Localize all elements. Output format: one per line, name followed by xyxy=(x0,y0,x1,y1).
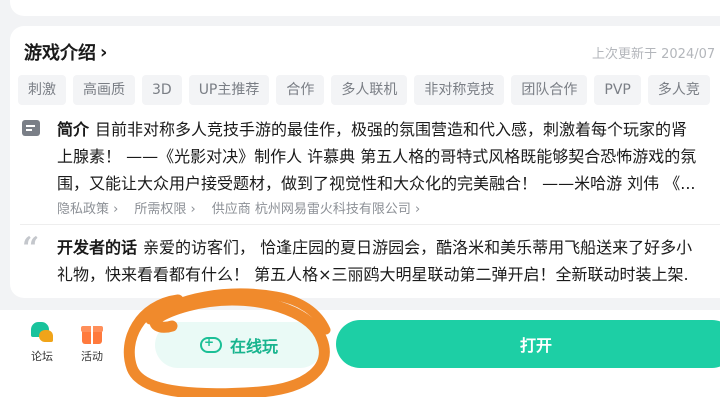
privacy-link[interactable]: 隐私政策 › xyxy=(57,198,118,217)
tag[interactable]: 刺激 xyxy=(18,75,66,105)
open-button[interactable]: 打开 xyxy=(336,320,720,368)
tag[interactable]: 高画质 xyxy=(73,75,135,105)
play-online-button[interactable]: 在线玩 xyxy=(155,322,323,368)
permissions-link[interactable]: 所需权限 › xyxy=(134,198,195,217)
tag[interactable]: UP主推荐 xyxy=(188,75,270,105)
forum-label: 论坛 xyxy=(31,350,53,363)
tag[interactable]: 非对称竞技 xyxy=(414,75,505,105)
intro-text: 简介 目前非对称多人竞技手游的最佳作，极强的氛围营造和代入感，刺激着每个玩家的肾 … xyxy=(57,116,720,197)
event-button[interactable]: 活动 xyxy=(70,322,114,364)
document-icon xyxy=(22,120,40,136)
section-header[interactable]: 游戏介绍 › xyxy=(24,39,107,65)
update-date: 上次更新于 2024/07 xyxy=(592,47,716,62)
tag[interactable]: PVP xyxy=(594,75,641,105)
intro-line-1: 目前非对称多人竞技手游的最佳作，极强的氛围营造和代入感，刺激着每个玩家的肾 xyxy=(95,120,688,139)
intro-label: 简介 xyxy=(57,120,90,139)
developer-line-1: 亲爱的访客们， 恰逢庄园的夏日游园会，酷洛米和美乐蒂用飞船送来了好多小 xyxy=(143,238,693,257)
game-intro-card: 游戏介绍 › 上次更新于 2024/07 刺激 高画质 3D UP主推荐 合作 … xyxy=(10,26,720,298)
tag[interactable]: 多人联机 xyxy=(331,75,408,105)
section-title: 游戏介绍 xyxy=(24,43,96,64)
quote-icon: “ xyxy=(22,231,40,266)
intro-line-3: 围，又能让大众用户接受题材，做到了视觉性和大众化的完美融合！ ——米哈游 刘伟 … xyxy=(57,174,696,193)
gift-icon xyxy=(81,322,103,344)
supplier-link[interactable]: 供应商 杭州网易雷火科技有限公司 › xyxy=(212,198,420,217)
tag[interactable]: 团队合作 xyxy=(511,75,588,105)
chevron-right-icon: › xyxy=(100,41,108,63)
tag[interactable]: 合作 xyxy=(276,75,325,105)
developer-text: 开发者的话 亲爱的访客们， 恰逢庄园的夏日游园会，酷洛米和美乐蒂用飞船送来了好多小… xyxy=(57,234,720,288)
tag-list: 刺激 高画质 3D UP主推荐 合作 多人联机 非对称竞技 团队合作 PVP 多… xyxy=(18,75,710,105)
tag[interactable]: 3D xyxy=(142,75,182,105)
gamepad-icon xyxy=(199,335,222,353)
tag[interactable]: 多人竞 xyxy=(647,75,710,105)
developer-label: 开发者的话 xyxy=(57,238,138,257)
forum-icon xyxy=(29,322,55,344)
previous-card xyxy=(10,0,720,16)
event-label: 活动 xyxy=(81,350,103,363)
divider xyxy=(20,224,720,225)
play-online-label: 在线玩 xyxy=(229,337,278,356)
intro-line-2: 上腺素！ ——《光影对决》制作人 许慕典 第五人格的哥特式风格既能够契合恐怖游戏… xyxy=(57,147,697,166)
info-links: 隐私政策 › 所需权限 › 供应商 杭州网易雷火科技有限公司 › xyxy=(57,198,420,217)
forum-button[interactable]: 论坛 xyxy=(20,322,64,364)
developer-line-2: 礼物，快来看看都有什么！ 第五人格×三丽鸥大明星联动第二弹开启！全新联动时装上架… xyxy=(57,265,689,284)
open-label: 打开 xyxy=(519,336,552,355)
